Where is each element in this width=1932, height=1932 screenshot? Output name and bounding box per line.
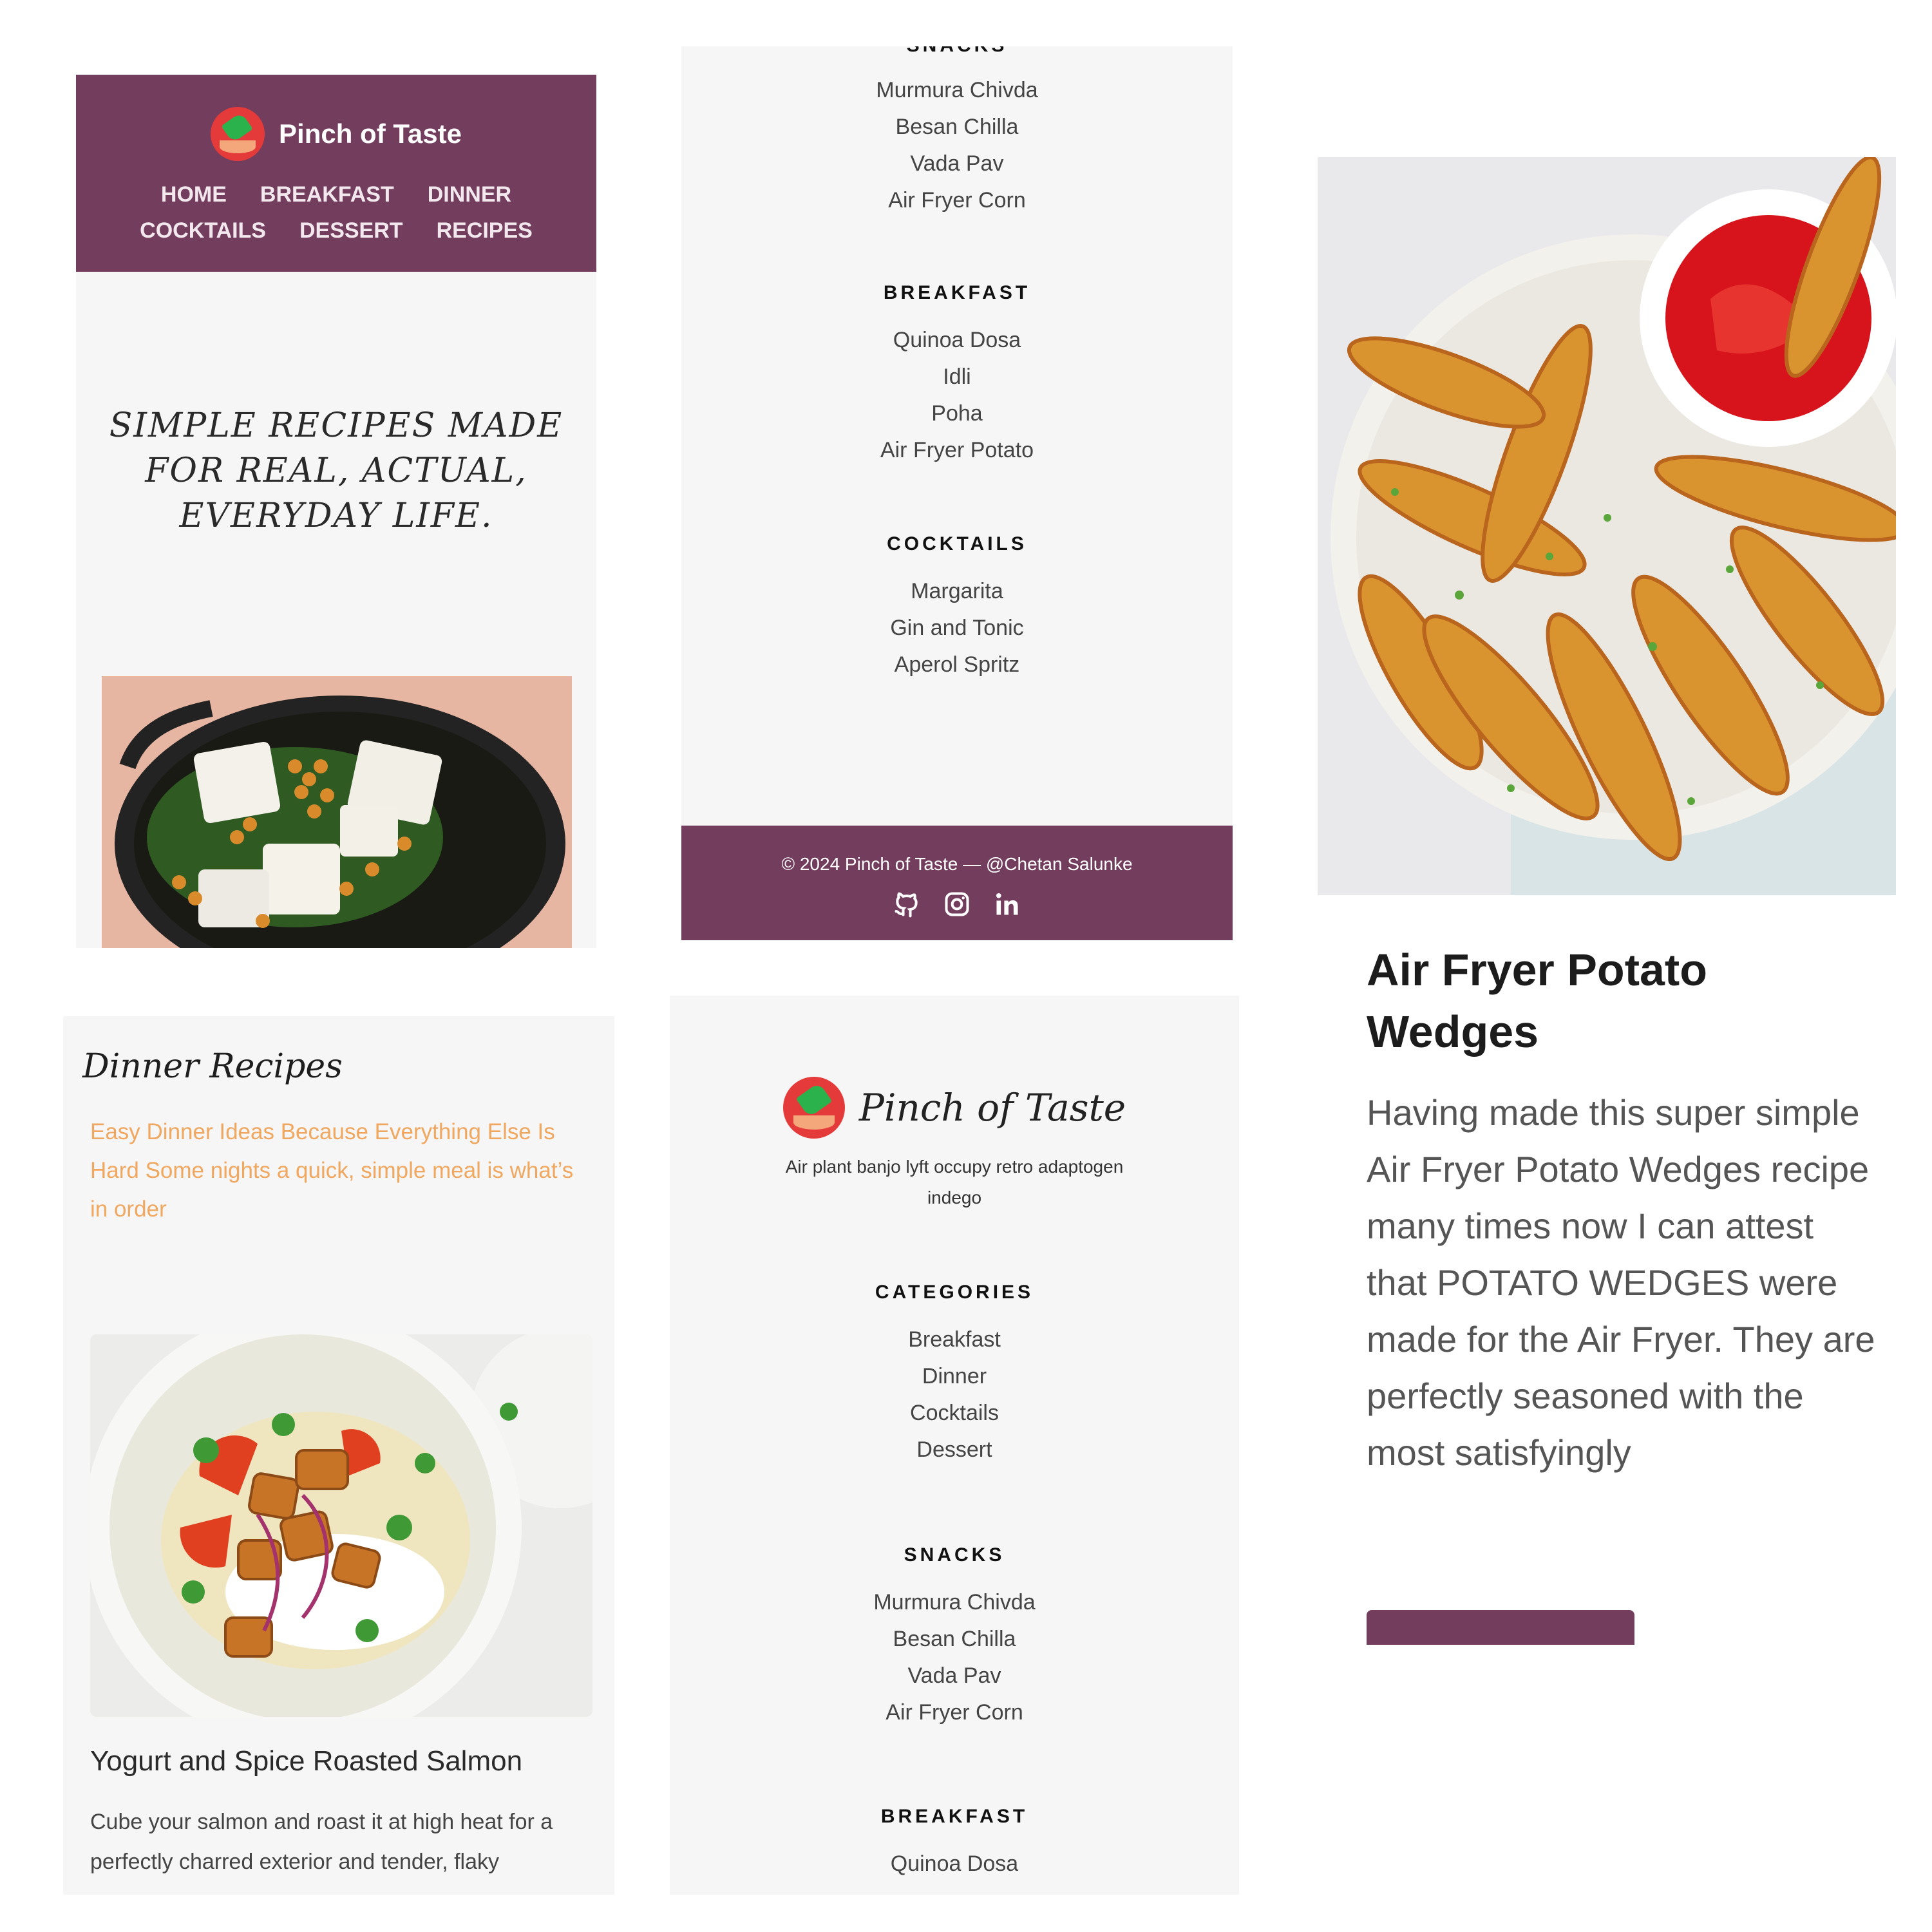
footer-link[interactable]: Dessert (670, 1432, 1239, 1468)
footer-link[interactable]: Cocktails (670, 1395, 1239, 1432)
footer-link[interactable]: Margarita (681, 573, 1233, 610)
section-heading-snacks: SNACKS (904, 1544, 1005, 1566)
nav-cocktails[interactable]: COCKTAILS (140, 213, 266, 249)
copyright-text: © 2024 Pinch of Taste — @Chetan Salunke (781, 854, 1133, 874)
linkedin-icon[interactable] (993, 890, 1021, 918)
footer-top-panel: Pinch of Taste Air plant banjo lyft occu… (670, 996, 1239, 1895)
brand-name: Pinch of Taste (279, 118, 462, 149)
breakfast-list: Quinoa Dosa Idli Poha Air Fryer Potato (681, 322, 1233, 469)
header-brand[interactable]: Pinch of Taste (76, 100, 596, 167)
section-subtitle: Easy Dinner Ideas Because Everything Els… (90, 1119, 574, 1222)
main-nav: HOME BREAKFAST DINNER COCKTAILS DESSERT … (76, 176, 596, 249)
nav-recipes[interactable]: RECIPES (437, 213, 533, 249)
nav-home[interactable]: HOME (161, 176, 227, 213)
learn-more-button[interactable]: Learn More (1367, 1610, 1634, 1645)
breakfast-list: Quinoa Dosa (670, 1846, 1239, 1882)
footer-links-panel: SNACKS Murmura Chivda Besan Chilla Vada … (681, 46, 1233, 940)
footer-link[interactable]: Quinoa Dosa (681, 322, 1233, 359)
footer-link[interactable]: Air Fryer Corn (681, 182, 1233, 219)
footer-link[interactable]: Besan Chilla (681, 109, 1233, 146)
footer-link[interactable]: Murmura Chivda (681, 72, 1233, 109)
footer-link[interactable]: Murmura Chivda (670, 1584, 1239, 1621)
snacks-list: Murmura Chivda Besan Chilla Vada Pav Air… (670, 1584, 1239, 1731)
cocktails-list: Margarita Gin and Tonic Aperol Spritz (681, 573, 1233, 683)
tagline: Air plant banjo lyft occupy retro adapto… (785, 1157, 1124, 1208)
footer-brand[interactable]: Pinch of Taste (670, 1077, 1239, 1139)
section-heading-categories: CATEGORIES (875, 1282, 1034, 1303)
featured-recipe-panel: Air Fryer Potato Wedges Having made this… (1318, 157, 1896, 1645)
instagram-icon[interactable] (943, 890, 971, 918)
site-header: Pinch of Taste HOME BREAKFAST DINNER COC… (76, 75, 596, 272)
hero-title: Simple recipes made for real, actual, ev… (109, 406, 564, 535)
footer-link[interactable]: Quinoa Dosa (670, 1846, 1239, 1882)
salmon-image[interactable] (90, 1334, 592, 1717)
section-title: Dinner Recipes (82, 1047, 343, 1086)
footer-link[interactable]: Besan Chilla (670, 1621, 1239, 1658)
categories-list: Breakfast Dinner Cocktails Dessert (670, 1321, 1239, 1468)
nav-dessert[interactable]: DESSERT (299, 213, 403, 249)
footer-link[interactable]: Air Fryer Potato (681, 432, 1233, 469)
brand-name: Pinch of Taste (858, 1086, 1126, 1130)
footer-link[interactable]: Gin and Tonic (681, 610, 1233, 647)
potato-wedges-image (1318, 157, 1896, 895)
footer-link[interactable]: Dinner (670, 1358, 1239, 1395)
footer-link[interactable]: Air Fryer Corn (670, 1694, 1239, 1731)
mobile-home-panel: Pinch of Taste HOME BREAKFAST DINNER COC… (76, 75, 596, 948)
footer-link[interactable]: Poha (681, 395, 1233, 432)
social-links (681, 890, 1233, 918)
section-heading-snacks: SNACKS (681, 46, 1233, 57)
footer-link[interactable]: Breakfast (670, 1321, 1239, 1358)
nav-breakfast[interactable]: BREAKFAST (260, 176, 394, 213)
section-heading-breakfast: BREAKFAST (883, 282, 1031, 303)
logo-icon (782, 1077, 845, 1139)
logo-icon (211, 107, 265, 161)
footer-link[interactable]: Vada Pav (670, 1658, 1239, 1694)
card-title[interactable]: Yogurt and Spice Roasted Salmon (90, 1745, 522, 1777)
recipe-description: Having made this super simple Air Fryer … (1367, 1092, 1875, 1473)
snacks-list: Murmura Chivda Besan Chilla Vada Pav Air… (681, 72, 1233, 219)
hero-food-image (102, 676, 572, 948)
footer-link[interactable]: Vada Pav (681, 146, 1233, 182)
dinner-recipes-panel: Dinner Recipes Easy Dinner Ideas Because… (63, 1016, 614, 1895)
card-description: Cube your salmon and roast it at high he… (90, 1810, 553, 1874)
footer-bar: © 2024 Pinch of Taste — @Chetan Salunke (681, 826, 1233, 940)
section-heading-breakfast: BREAKFAST (880, 1806, 1028, 1827)
nav-dinner[interactable]: DINNER (428, 176, 511, 213)
section-heading-cocktails: COCKTAILS (887, 533, 1027, 554)
recipe-title: Air Fryer Potato Wedges (1367, 945, 1707, 1057)
github-icon[interactable] (893, 890, 921, 918)
footer-link[interactable]: Aperol Spritz (681, 647, 1233, 683)
footer-link[interactable]: Idli (681, 359, 1233, 395)
